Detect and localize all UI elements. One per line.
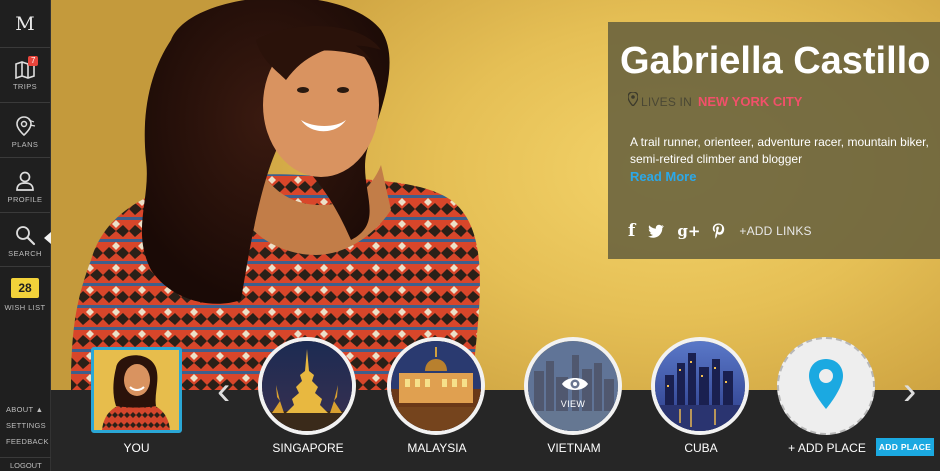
singapore-thumbnail	[258, 337, 356, 435]
eye-icon	[561, 375, 589, 398]
place-card-vietnam[interactable]: VIEW VIETNAM	[524, 337, 625, 455]
map-marker-icon	[806, 357, 846, 416]
add-links-button[interactable]: +ADD LINKS	[739, 224, 811, 238]
sidebar-item-profile[interactable]: PROFILE	[0, 158, 50, 213]
social-links: f g+ +ADD LINKS	[628, 221, 812, 241]
sidebar-footer-links: ABOUT ▲ SETTINGS FEEDBACK	[0, 402, 51, 450]
pinterest-icon[interactable]	[712, 223, 725, 239]
feedback-link[interactable]: FEEDBACK	[0, 434, 51, 450]
home-city-link[interactable]: NEW YORK CITY	[698, 94, 803, 109]
logout-link[interactable]: LOGOUT	[0, 457, 51, 471]
add-place-label[interactable]: + ADD PLACE	[777, 441, 877, 455]
lives-in-label: LIVES IN	[641, 94, 692, 109]
settings-link[interactable]: SETTINGS	[0, 418, 51, 434]
google-plus-icon[interactable]: g+	[677, 222, 700, 240]
you-avatar[interactable]	[91, 347, 182, 433]
sidebar-item-label: PLANS	[11, 140, 39, 149]
add-place-circle[interactable]	[777, 337, 875, 435]
about-link[interactable]: ABOUT ▲	[0, 402, 51, 418]
app-logo[interactable]: M	[0, 0, 50, 48]
twitter-icon[interactable]	[647, 224, 665, 238]
read-more-link[interactable]: Read More	[630, 169, 696, 184]
profile-cover-photo	[71, 0, 480, 390]
place-card-malaysia[interactable]: MALAYSIA	[387, 337, 488, 455]
person-icon	[15, 170, 35, 192]
place-card-singapore[interactable]: SINGAPORE	[258, 337, 359, 455]
malaysia-thumbnail	[387, 337, 485, 435]
prev-arrow[interactable]: ‹	[217, 371, 230, 411]
trips-badge: 7	[28, 56, 39, 66]
map-pin-icon	[14, 115, 36, 137]
sidebar-item-plans[interactable]: PLANS	[0, 103, 50, 158]
add-place-card[interactable]: + ADD PLACE	[777, 337, 878, 455]
active-indicator	[44, 232, 51, 244]
search-icon	[14, 224, 36, 246]
profile-card: Gabriella Castillo LIVES IN NEW YORK CIT…	[608, 22, 940, 259]
user-name: Gabriella Castillo	[620, 40, 931, 82]
place-label: VIETNAM	[547, 441, 601, 455]
wishlist-count: 28	[11, 278, 39, 298]
you-label: YOU	[123, 441, 150, 455]
place-card-cuba[interactable]: CUBA	[651, 337, 752, 455]
place-label: CUBA	[684, 441, 718, 455]
profile-hero: Gabriella Castillo LIVES IN NEW YORK CIT…	[51, 0, 940, 390]
profile-bio: A trail runner, orienteer, adventure rac…	[630, 135, 929, 166]
sidebar-item-label: WISH LIST	[4, 303, 46, 312]
sidebar-item-trips[interactable]: 7 TRIPS	[0, 48, 50, 103]
location-row: LIVES IN NEW YORK CITY	[627, 91, 803, 111]
next-arrow[interactable]: ›	[903, 371, 916, 411]
facebook-icon[interactable]: f	[628, 221, 635, 241]
place-label: MALAYSIA	[407, 441, 467, 455]
add-place-button[interactable]: ADD PLACE	[876, 438, 934, 456]
cuba-thumbnail	[651, 337, 749, 435]
view-overlay-label: VIEW	[560, 399, 586, 409]
sidebar-item-label: SEARCH	[8, 249, 42, 258]
sidebar-item-wishlist[interactable]: 28 WISH LIST	[0, 267, 50, 319]
vietnam-thumbnail: VIEW	[524, 337, 622, 435]
place-label: SINGAPORE	[272, 441, 344, 455]
sidebar-item-search[interactable]: SEARCH	[0, 213, 51, 267]
sidebar-item-label: PROFILE	[7, 195, 43, 204]
location-pin-icon	[627, 91, 639, 111]
sidebar-item-label: TRIPS	[12, 82, 38, 91]
sidebar: M 7 TRIPS PLANS PROFILE SEARCH 28 WISH L…	[0, 0, 51, 471]
